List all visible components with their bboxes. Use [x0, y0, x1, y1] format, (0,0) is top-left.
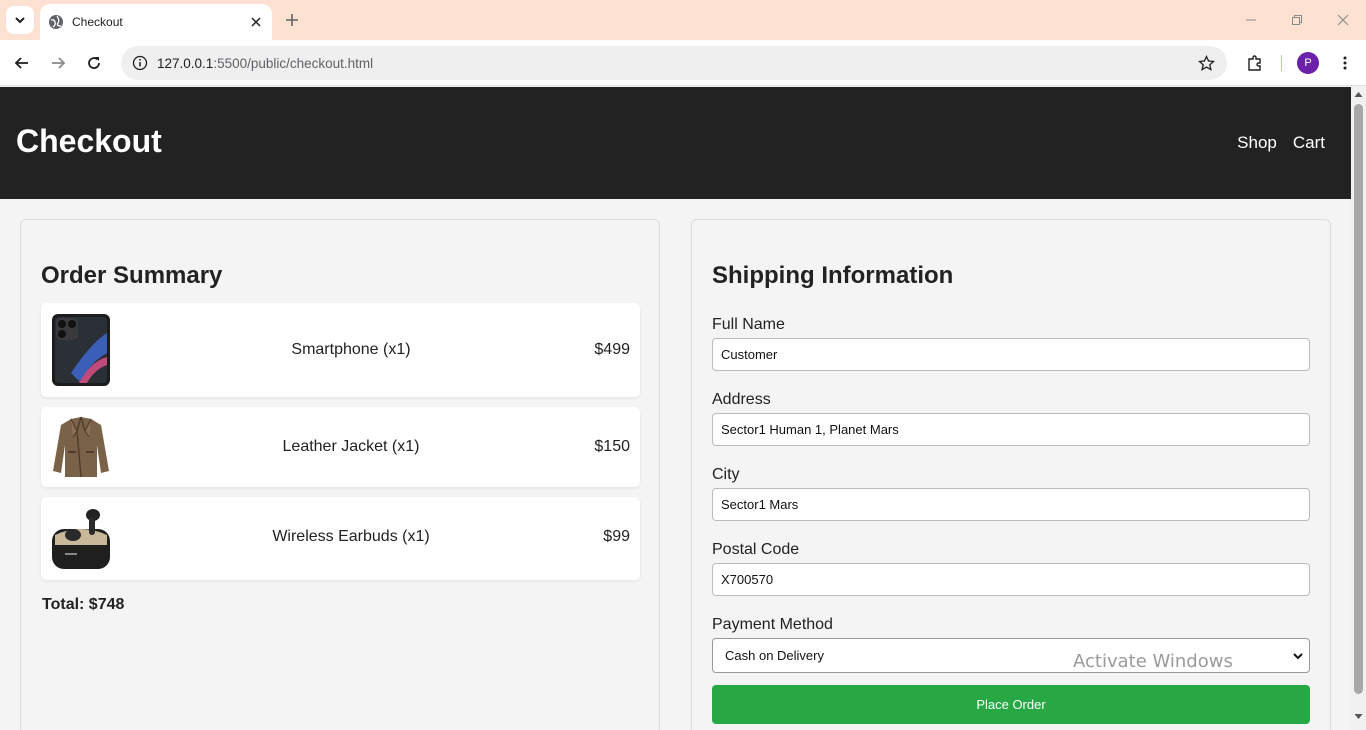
puzzle-icon [1248, 55, 1261, 71]
browser-menu-button[interactable] [1333, 51, 1357, 75]
shipping-heading: Shipping Information [712, 262, 954, 289]
site-nav: Shop Cart [1237, 133, 1325, 153]
arrow-left-icon [14, 57, 28, 69]
back-button[interactable] [10, 51, 34, 75]
list-item: Leather Jacket (x1) $150 [41, 407, 640, 487]
minimize-button[interactable] [1241, 10, 1261, 30]
close-icon[interactable] [248, 14, 264, 30]
forward-button[interactable] [46, 51, 70, 75]
avatar-letter: P [1304, 57, 1312, 69]
browser-tab-checkout[interactable]: Checkout [40, 4, 272, 40]
reload-button[interactable] [82, 51, 106, 75]
address-field[interactable] [712, 413, 1310, 446]
url-host: 127.0.0.1 [157, 55, 214, 71]
reload-icon [88, 57, 100, 69]
arrow-right-icon [52, 57, 66, 69]
postal-code-label: Postal Code [712, 541, 800, 558]
page-scrollbar[interactable] [1351, 87, 1366, 730]
full-name-label: Full Name [712, 316, 785, 333]
plus-icon [286, 14, 298, 26]
chevron-down-icon [15, 17, 25, 24]
globe-icon [48, 14, 64, 30]
close-window-button[interactable] [1333, 10, 1353, 30]
close-icon [1337, 14, 1349, 26]
scroll-up-icon[interactable] [1354, 90, 1363, 98]
item-name: Smartphone (x1) [291, 341, 411, 358]
address-label: Address [712, 391, 771, 408]
order-total: Total: $748 [42, 596, 125, 613]
nav-link-shop[interactable]: Shop [1237, 133, 1277, 153]
shipping-panel: Shipping Information Full Name Address C… [691, 219, 1331, 730]
scrollbar-thumb[interactable] [1354, 104, 1363, 694]
order-summary-heading: Order Summary [41, 262, 223, 289]
list-item: Wireless Earbuds (x1) $99 [41, 497, 640, 580]
restore-button[interactable] [1287, 10, 1307, 30]
order-summary-panel: Order Summary Smartphone (x1) $499 Leath… [20, 219, 660, 730]
toolbar-separator [1281, 55, 1282, 71]
site-header: Checkout Shop Cart [0, 87, 1351, 199]
place-order-button[interactable]: Place Order [712, 685, 1310, 724]
earbuds-image [51, 505, 111, 571]
restore-icon [1292, 15, 1302, 25]
nav-link-cart[interactable]: Cart [1293, 133, 1325, 153]
city-label: City [712, 466, 740, 483]
chevron-down-icon [1291, 649, 1305, 663]
leather-jacket-image [51, 415, 111, 479]
tab-search-button[interactable] [6, 6, 34, 34]
item-name: Wireless Earbuds (x1) [272, 528, 430, 545]
watermark-title: Activate Windows [1073, 651, 1233, 672]
profile-avatar[interactable]: P [1297, 52, 1319, 74]
tab-title: Checkout [72, 15, 123, 29]
page-title: Checkout [16, 123, 162, 159]
full-name-field[interactable] [712, 338, 1310, 371]
browser-tab-bar: Checkout [0, 0, 1366, 40]
scroll-down-icon[interactable] [1354, 713, 1363, 721]
new-tab-button[interactable] [282, 10, 302, 30]
smartphone-image [51, 313, 111, 387]
more-vertical-icon [1343, 56, 1347, 70]
minimize-icon [1246, 19, 1256, 21]
item-price: $150 [594, 438, 630, 455]
bookmark-star-icon[interactable] [1197, 54, 1215, 72]
city-field[interactable] [712, 488, 1310, 521]
page-viewport: Checkout Shop Cart Order Summary Smartph… [0, 87, 1351, 730]
extensions-button[interactable] [1243, 51, 1267, 75]
site-info-icon[interactable] [131, 54, 149, 72]
item-price: $499 [594, 341, 630, 358]
payment-method-label: Payment Method [712, 616, 833, 633]
item-name: Leather Jacket (x1) [282, 438, 420, 455]
address-bar[interactable]: 127.0.0.1:5500/public/checkout.html [121, 46, 1227, 80]
url-path: :5500/public/checkout.html [213, 55, 374, 71]
list-item: Smartphone (x1) $499 [41, 303, 640, 397]
url-text: 127.0.0.1:5500/public/checkout.html [157, 56, 373, 71]
item-price: $99 [603, 528, 630, 545]
browser-toolbar: 127.0.0.1:5500/public/checkout.html P [0, 40, 1366, 86]
payment-method-value: Cash on Delivery [725, 648, 824, 663]
activate-windows-watermark: Activate Windows [1073, 651, 1233, 672]
postal-code-field[interactable] [712, 563, 1310, 596]
